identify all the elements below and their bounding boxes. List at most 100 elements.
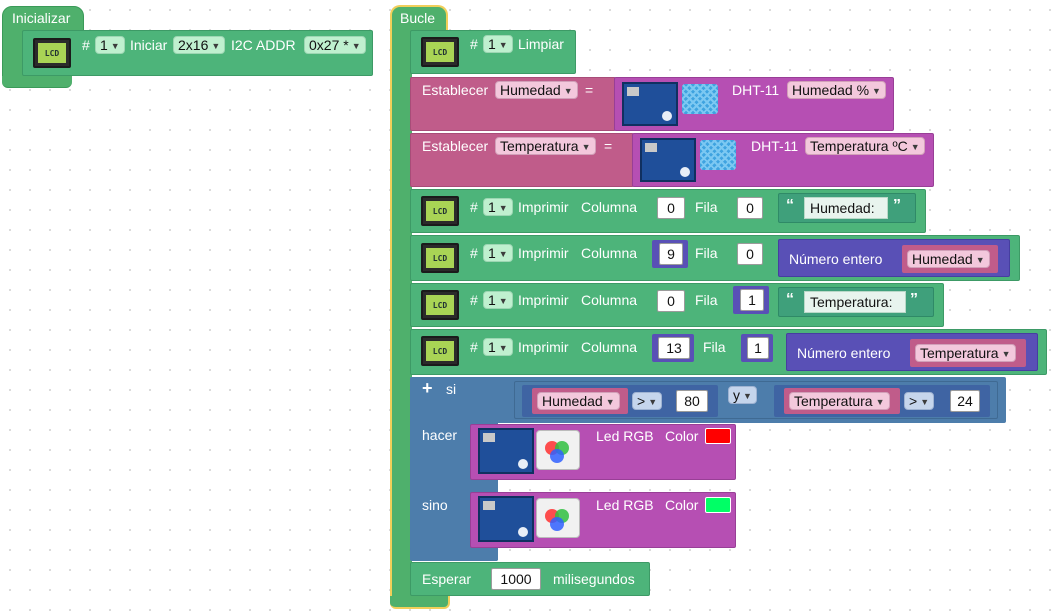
chevron-down-icon: ▼ — [211, 41, 221, 51]
dht11-label: DHT-11 — [732, 82, 780, 98]
chevron-down-icon: ▼ — [605, 397, 615, 407]
column-number-input[interactable]: 9 — [659, 243, 683, 265]
mutator-plus-icon[interactable]: + — [422, 378, 433, 399]
chevron-down-icon: ▼ — [920, 397, 930, 407]
equals-label: = — [585, 82, 594, 98]
operator-dropdown[interactable]: > ▼ — [632, 392, 663, 410]
row-number-input[interactable]: 1 — [747, 337, 769, 359]
arduino-board-image — [622, 82, 678, 126]
i2c-label: I2C ADDR — [231, 37, 296, 53]
i2c-address-dropdown[interactable]: 0x27 * ▼ — [304, 36, 366, 54]
rgb-led-image — [536, 430, 580, 470]
open-quote-icon: “ — [786, 291, 794, 308]
variable-dropdown[interactable]: Temperatura ▼ — [915, 344, 1016, 362]
imprimir-label: Imprimir — [518, 245, 569, 261]
operator-dropdown[interactable]: > ▼ — [904, 392, 935, 410]
variable-dropdown[interactable]: Humedad ▼ — [537, 392, 620, 410]
row-number-input[interactable]: 0 — [737, 243, 763, 265]
columna-label: Columna — [581, 199, 638, 215]
dht11-sensor-image — [700, 140, 736, 170]
text-input[interactable]: Humedad: — [804, 197, 888, 219]
led-rgb-label: Led RGB — [596, 428, 654, 444]
fila-label: Fila — [695, 199, 718, 215]
variable-dropdown[interactable]: Temperatura ▼ — [789, 392, 890, 410]
chevron-down-icon: ▼ — [743, 391, 752, 401]
column-number-input[interactable]: 13 — [658, 337, 690, 359]
hash-label: # — [470, 292, 478, 308]
wait-ms-input[interactable]: 1000 — [491, 568, 541, 590]
imprimir-label: Imprimir — [518, 339, 569, 355]
chevron-down-icon: ▼ — [498, 249, 508, 259]
chevron-down-icon: ▼ — [351, 41, 361, 51]
loop-event-body[interactable] — [390, 29, 412, 609]
dht11-sensor-image — [682, 84, 718, 114]
columna-label: Columna — [581, 292, 638, 308]
columna-label: Columna — [581, 339, 638, 355]
chevron-down-icon: ▼ — [875, 397, 885, 407]
column-number-input[interactable]: 0 — [657, 290, 685, 312]
sino-label: sino — [422, 497, 448, 513]
column-number-input[interactable]: 0 — [657, 197, 685, 219]
lcd-index-dropdown[interactable]: 1 ▼ — [483, 244, 513, 262]
color-picker[interactable] — [705, 428, 731, 444]
establecer-label: Establecer — [422, 82, 489, 98]
lcd-index-dropdown[interactable]: 1 ▼ — [95, 36, 125, 54]
lcd-index-dropdown[interactable]: 1 ▼ — [483, 35, 513, 53]
chevron-down-icon: ▼ — [581, 142, 591, 152]
lcd-index-dropdown[interactable]: 1 ▼ — [483, 291, 513, 309]
milisegundos-label: milisegundos — [553, 571, 635, 587]
variable-dropdown[interactable]: Humedad ▼ — [495, 81, 578, 99]
chevron-down-icon: ▼ — [498, 40, 508, 50]
close-quote-icon: ” — [893, 197, 901, 214]
hash-label: # — [470, 339, 478, 355]
integer-label: Número entero — [789, 251, 883, 267]
hash-label: # — [82, 37, 90, 53]
integer-label: Número entero — [797, 345, 891, 361]
hash-label: # — [470, 245, 478, 261]
imprimir-label: Imprimir — [518, 199, 569, 215]
fila-label: Fila — [703, 339, 726, 355]
open-quote-icon: “ — [786, 197, 794, 214]
lcd-index-dropdown[interactable]: 1 ▼ — [483, 338, 513, 356]
lcd-size-dropdown[interactable]: 2x16 ▼ — [173, 36, 226, 54]
variable-dropdown[interactable]: Humedad ▼ — [907, 250, 990, 268]
row-number-input[interactable]: 1 — [740, 289, 764, 311]
init-title: Inicializar — [12, 10, 71, 26]
compare-value-input[interactable]: 80 — [676, 390, 708, 412]
hash-label: # — [470, 199, 478, 215]
lcd-icon: LCD — [421, 336, 459, 366]
led-rgb-label: Led RGB — [596, 497, 654, 513]
equals-label: = — [604, 138, 613, 154]
if-bottom-bar — [410, 548, 498, 561]
row-number-input[interactable]: 0 — [737, 197, 763, 219]
si-label: si — [446, 381, 457, 397]
loop-title: Bucle — [400, 10, 436, 26]
variable-dropdown[interactable]: Temperatura ▼ — [495, 137, 596, 155]
color-label: Color — [665, 428, 699, 444]
chevron-down-icon: ▼ — [563, 86, 573, 96]
compare-value-input[interactable]: 24 — [950, 390, 980, 412]
lcd-icon: LCD — [421, 37, 459, 67]
lcd-index-dropdown[interactable]: 1 ▼ — [483, 198, 513, 216]
hacer-label: hacer — [422, 427, 458, 443]
color-picker[interactable] — [705, 497, 731, 513]
lcd-icon: LCD — [421, 196, 459, 226]
arduino-board-image — [478, 428, 534, 474]
dht11-label: DHT-11 — [751, 138, 799, 154]
rgb-led-image — [536, 498, 580, 538]
close-quote-icon: ” — [910, 291, 918, 308]
iniciar-label: Iniciar — [130, 37, 168, 53]
arduino-board-image — [478, 496, 534, 542]
fila-label: Fila — [695, 245, 718, 261]
dht11-reading-dropdown[interactable]: Temperatura ºC ▼ — [805, 137, 925, 155]
chevron-down-icon: ▼ — [910, 142, 920, 152]
arduino-board-image — [640, 138, 696, 182]
text-input[interactable]: Temperatura: — [804, 291, 906, 313]
logic-operator-dropdown[interactable]: y ▼ — [728, 386, 757, 404]
chevron-down-icon: ▼ — [498, 296, 508, 306]
lcd-icon: LCD — [421, 290, 459, 320]
chevron-down-icon: ▼ — [648, 397, 658, 407]
dht11-reading-dropdown[interactable]: Humedad % ▼ — [787, 81, 886, 99]
imprimir-label: Imprimir — [518, 292, 569, 308]
establecer-label: Establecer — [422, 138, 489, 154]
